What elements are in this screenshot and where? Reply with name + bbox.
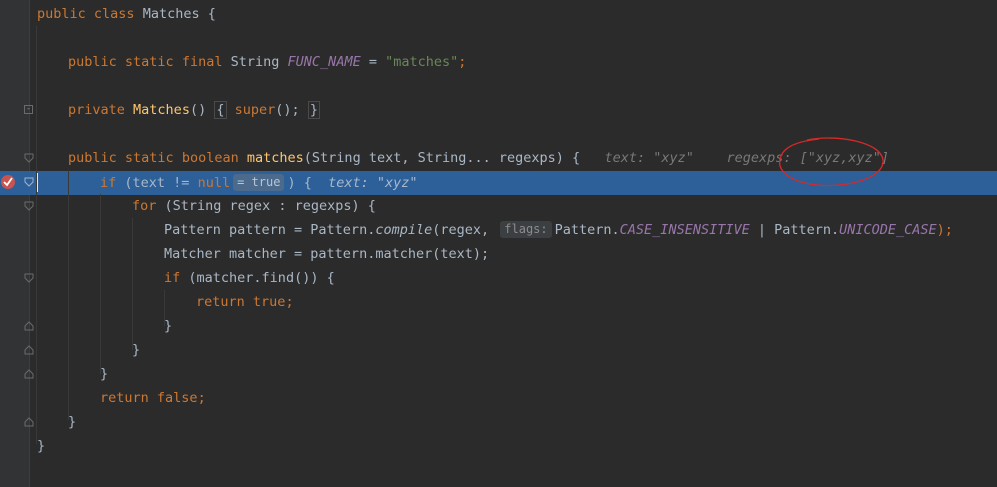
- gutter-separator: [29, 0, 30, 487]
- fold-marker-icon[interactable]: [24, 201, 34, 211]
- gutter[interactable]: [0, 0, 30, 487]
- code-line-3[interactable]: private Matches() { super(); }: [68, 98, 320, 122]
- code-line-5[interactable]: if (text != null = true) { text: "xyz": [100, 171, 418, 195]
- code-line-16[interactable]: }: [37, 434, 45, 458]
- parameter-hint: flags:: [500, 221, 552, 238]
- fold-marker-icon[interactable]: [24, 321, 34, 331]
- fold-marker-icon[interactable]: [24, 273, 34, 283]
- code-line-6[interactable]: for (String regex : regexps) {: [132, 194, 376, 218]
- code-line-7[interactable]: Pattern pattern = Pattern.compile(regex,…: [164, 218, 953, 242]
- indent-guide: [68, 170, 69, 420]
- code-line-4[interactable]: public static boolean matches(String tex…: [68, 146, 889, 170]
- inline-debug-value: text: "xyz": [604, 150, 694, 166]
- code-line-1[interactable]: public class Matches {: [37, 2, 216, 26]
- inline-value-pill: = true: [233, 174, 285, 191]
- indent-guide: [100, 194, 101, 374]
- fold-marker-icon[interactable]: [24, 177, 34, 187]
- code-line-2[interactable]: public static final String FUNC_NAME = "…: [68, 50, 466, 74]
- code-line-15[interactable]: }: [68, 410, 76, 434]
- fold-marker-icon[interactable]: [24, 369, 34, 379]
- code-line-10[interactable]: return true;: [196, 290, 294, 314]
- indent-guide: [132, 218, 133, 350]
- annotation-circle: [779, 137, 884, 187]
- code-editor[interactable]: - public class Matches { public static f…: [0, 0, 997, 487]
- code-line-12[interactable]: }: [132, 338, 140, 362]
- fold-marker-icon[interactable]: [24, 153, 34, 163]
- inline-debug-value: text: "xyz": [328, 175, 418, 191]
- code-line-11[interactable]: }: [164, 314, 172, 338]
- code-line-13[interactable]: }: [100, 362, 108, 386]
- code-line-9[interactable]: if (matcher.find()) {: [164, 266, 335, 290]
- indent-guide: [36, 26, 37, 444]
- breakpoint-check-icon[interactable]: [0, 174, 16, 190]
- code-line-14[interactable]: return false;: [100, 386, 206, 410]
- fold-marker-icon[interactable]: [24, 417, 34, 427]
- fold-marker-icon[interactable]: [24, 345, 34, 355]
- fold-marker-icon[interactable]: -: [24, 105, 33, 114]
- code-line-8[interactable]: Matcher matcher = pattern.matcher(text);: [164, 242, 489, 266]
